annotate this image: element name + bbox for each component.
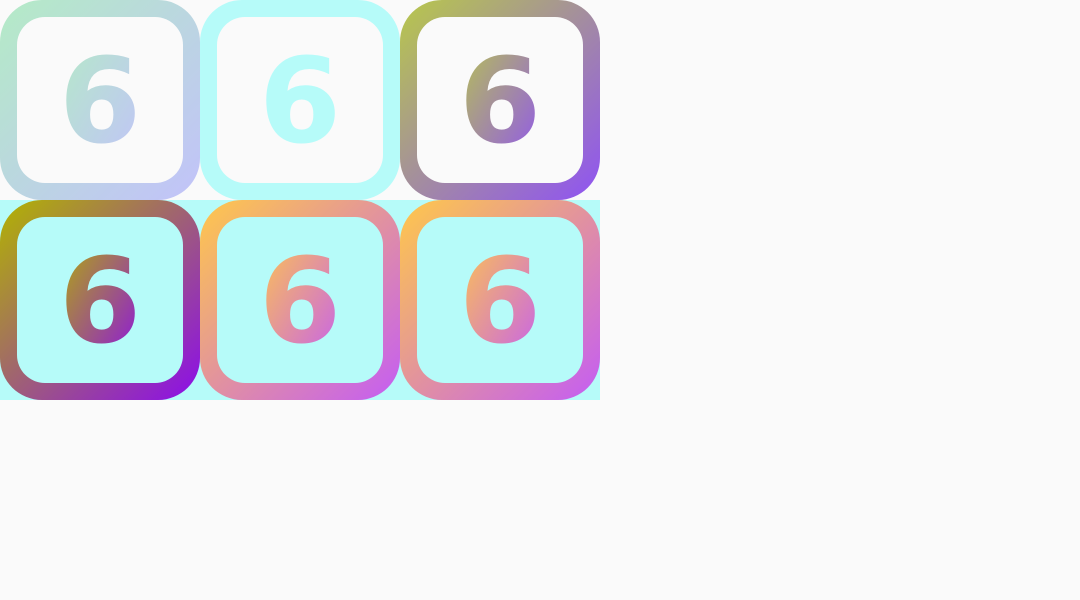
digit-six-icon: 6 [259,232,341,370]
tile-graphic: 6 [400,0,600,200]
number-tile[interactable]: 6 [0,0,200,200]
number-tile[interactable]: 6 [400,0,600,200]
number-tile[interactable]: 6 [200,200,400,400]
tile-board: 6 6 6 6 6 6 [0,0,1080,600]
tile-graphic: 6 [400,200,600,400]
digit-six-icon: 6 [459,32,541,170]
tile-row: 6 6 6 [0,0,600,200]
tile-row: 6 6 6 [0,200,600,400]
number-tile[interactable]: 6 [200,0,400,200]
digit-six-icon: 6 [59,32,141,170]
tile-graphic: 6 [0,0,200,200]
number-tile[interactable]: 6 [0,200,200,400]
tile-graphic: 6 [200,200,400,400]
digit-six-icon: 6 [259,32,341,170]
tile-graphic: 6 [0,200,200,400]
digit-six-icon: 6 [59,232,141,370]
number-tile[interactable]: 6 [400,200,600,400]
digit-six-icon: 6 [459,232,541,370]
tile-graphic: 6 [200,0,400,200]
